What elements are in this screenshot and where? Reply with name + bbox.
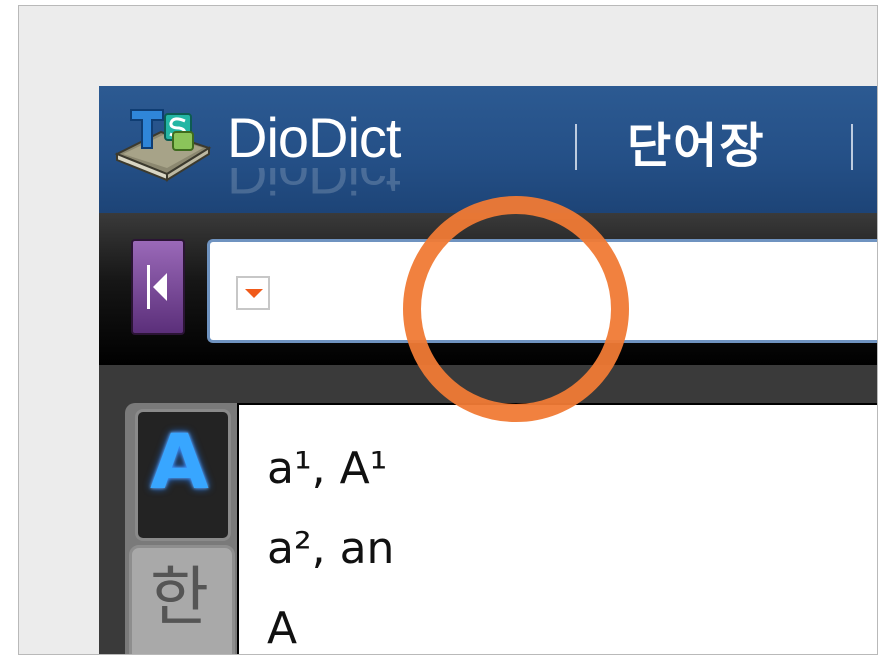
search-mode-dropdown[interactable] [236,276,270,310]
highlight-circle [403,196,629,422]
word-list: a¹, A¹ a², an A [237,403,877,654]
tab-vocabulary[interactable]: 단어장 [627,118,765,176]
list-item[interactable]: a¹, A¹ [239,429,877,509]
list-item[interactable]: a², an [239,509,877,589]
dictionary-book-icon [114,109,212,182]
header-divider [851,124,853,170]
tab-english[interactable]: A [135,409,231,541]
dropdown-arrow-icon [245,289,263,298]
english-tab-label: A [150,417,209,506]
app-header: DioDict DioDict 단어장 [99,86,877,213]
list-item[interactable]: A [239,589,877,654]
korean-tab-label: 한 [150,561,209,635]
header-divider [575,124,577,170]
app-logo-text: DioDict [227,106,401,169]
app-logo-reflection: DioDict [227,168,401,202]
tab-korean[interactable]: 한 [129,545,235,654]
collapse-left-icon [147,265,167,309]
screenshot-frame: DioDict DioDict 단어장 A 한 a¹, A¹ a², an A [18,5,878,655]
collapse-panel-button[interactable] [131,239,185,335]
